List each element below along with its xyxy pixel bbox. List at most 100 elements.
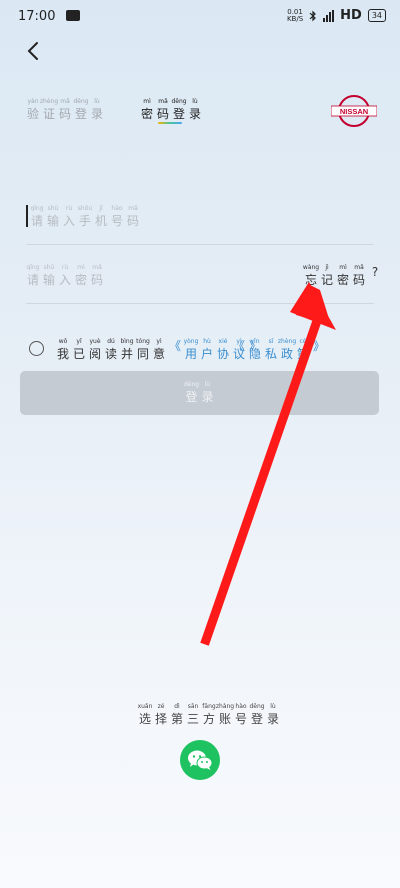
tab-password-login[interactable]: mì 密 mǎ 码 dēng 登 lù 录 bbox=[140, 98, 202, 122]
ruby-char: mǎ 码 bbox=[352, 264, 366, 288]
hanzi: 码 bbox=[352, 273, 365, 287]
hanzi: 登 bbox=[185, 390, 198, 404]
hanzi: 协 bbox=[216, 347, 229, 361]
ruby-char: zhàng 账 bbox=[215, 703, 235, 727]
pinyin: zhèng bbox=[277, 338, 297, 345]
pinyin: fāng bbox=[202, 703, 216, 710]
hanzi: 密 bbox=[74, 273, 87, 287]
login-button[interactable]: dēng 登 lù 录 bbox=[20, 371, 379, 415]
ruby-char: xuǎn 选 bbox=[138, 703, 153, 727]
pinyin: dēng bbox=[73, 98, 89, 105]
pinyin: mì bbox=[143, 98, 151, 105]
pinyin: mì bbox=[77, 264, 85, 271]
tab-code-login[interactable]: yàn 验 zhèng 证 mǎ 码 dēng 登 lù 录 bbox=[26, 98, 104, 122]
pinyin: hào bbox=[235, 703, 247, 710]
hanzi: 登 bbox=[74, 107, 87, 121]
ruby-char: ? bbox=[368, 264, 382, 288]
pinyin: wàng bbox=[302, 264, 320, 271]
hanzi: 账 bbox=[218, 712, 231, 726]
ruby-char: mǎ 码 bbox=[126, 205, 140, 229]
ruby-char: lù 录 bbox=[188, 98, 202, 122]
ruby-char: yǐn 隐 bbox=[248, 338, 262, 362]
hanzi: 已 bbox=[72, 347, 85, 361]
pinyin: yì bbox=[156, 338, 162, 345]
pinyin: zhàng bbox=[215, 703, 235, 710]
pinyin: dì bbox=[174, 703, 180, 710]
ruby-char: dēng 登 bbox=[183, 381, 200, 405]
divider bbox=[26, 244, 374, 245]
hanzi: 输 bbox=[46, 214, 59, 228]
pinyin: zhèng bbox=[39, 98, 59, 105]
ruby-char: jī 机 bbox=[94, 205, 108, 229]
pinyin: rù bbox=[61, 264, 69, 271]
hanzi: 户 bbox=[200, 347, 213, 361]
pinyin: mǎ bbox=[60, 98, 70, 105]
agreement-checkbox[interactable] bbox=[29, 341, 44, 356]
ruby-char: yì 意 bbox=[152, 338, 166, 362]
ruby-char: rù 入 bbox=[62, 205, 76, 229]
pinyin: yǐn bbox=[250, 338, 260, 345]
hanzi: 输 bbox=[42, 273, 55, 287]
pinyin: dēng bbox=[183, 381, 200, 388]
hanzi: 读 bbox=[104, 347, 117, 361]
hanzi: 隐 bbox=[248, 347, 261, 361]
hanzi: 码 bbox=[156, 107, 169, 121]
hanzi: 验 bbox=[26, 107, 39, 121]
hanzi: 码 bbox=[58, 107, 71, 121]
ruby-char: 《 bbox=[232, 338, 246, 362]
forgot-password-link[interactable]: wàng 忘 jì 记 mì 密 mǎ 码? bbox=[302, 264, 382, 288]
hanzi: 入 bbox=[58, 273, 71, 287]
hanzi: 第 bbox=[170, 712, 183, 726]
nissan-logo: NISSAN bbox=[331, 95, 377, 127]
hanzi: 手 bbox=[78, 214, 91, 228]
signal-icon bbox=[323, 9, 335, 22]
hanzi: 《 bbox=[232, 339, 245, 353]
hanzi: 密 bbox=[336, 273, 349, 287]
pinyin: yuè bbox=[89, 338, 101, 345]
pinyin: sī bbox=[268, 338, 274, 345]
ruby-char: hào 号 bbox=[234, 703, 248, 727]
pinyin: cè bbox=[299, 338, 307, 345]
pinyin: lù bbox=[94, 98, 100, 105]
ruby-char: cè 策 bbox=[296, 338, 310, 362]
hanzi: 选 bbox=[138, 712, 151, 726]
hanzi: 请 bbox=[30, 214, 43, 228]
privacy-policy-link[interactable]: 《 yǐn 隐 sī 私 zhèng 政 cè 策》 bbox=[232, 338, 326, 362]
ruby-char: yǐ 已 bbox=[72, 338, 86, 362]
wechat-login-button[interactable] bbox=[180, 740, 220, 780]
back-arrow-icon[interactable] bbox=[22, 38, 46, 64]
ruby-char: wǒ 我 bbox=[56, 338, 70, 362]
ruby-char: dì 第 bbox=[170, 703, 184, 727]
ruby-char: 《 bbox=[168, 338, 182, 362]
ruby-char: mǎ 码 bbox=[90, 264, 104, 288]
hanzi: 忘 bbox=[304, 273, 317, 287]
pinyin: dēng bbox=[171, 98, 187, 105]
hanzi: 政 bbox=[280, 347, 293, 361]
battery-icon: 34 bbox=[367, 9, 386, 22]
ruby-char: yòng 用 bbox=[184, 338, 199, 362]
pinyin: lù bbox=[192, 98, 198, 105]
pinyin: rù bbox=[65, 205, 73, 212]
pinyin: shū bbox=[47, 205, 59, 212]
network-type: HD bbox=[340, 8, 362, 23]
pinyin: mǎ bbox=[354, 264, 364, 271]
ruby-char: sī 私 bbox=[264, 338, 278, 362]
message-icon bbox=[66, 10, 80, 21]
ruby-char: lù 录 bbox=[266, 703, 280, 727]
ruby-char: rù 入 bbox=[58, 264, 72, 288]
hanzi: 录 bbox=[266, 712, 279, 726]
phone-input[interactable]: qǐng 请 shū 输 rù 入 shǒu 手 jī 机 hào 号 mǎ 码 bbox=[30, 205, 140, 229]
password-input[interactable]: qǐng 请 shū 输 rù 入 mì 密 mǎ 码 bbox=[26, 264, 104, 288]
hanzi: 号 bbox=[110, 214, 123, 228]
pinyin: mì bbox=[339, 264, 347, 271]
hanzi: 码 bbox=[126, 214, 139, 228]
pinyin: tóng bbox=[136, 338, 150, 345]
ruby-char: dēng 登 bbox=[249, 703, 265, 727]
status-icons: 0.01 KB/S HD 34 bbox=[287, 8, 386, 23]
pinyin: dú bbox=[107, 338, 115, 345]
pinyin: dēng bbox=[249, 703, 265, 710]
agreement-text: wǒ 我 yǐ 已 yuè 阅 dú 读 bìng 并 tóng 同 yì 意 bbox=[56, 338, 166, 362]
wechat-icon bbox=[188, 750, 213, 770]
hanzi: 证 bbox=[42, 107, 55, 121]
pinyin: lù bbox=[204, 381, 211, 388]
